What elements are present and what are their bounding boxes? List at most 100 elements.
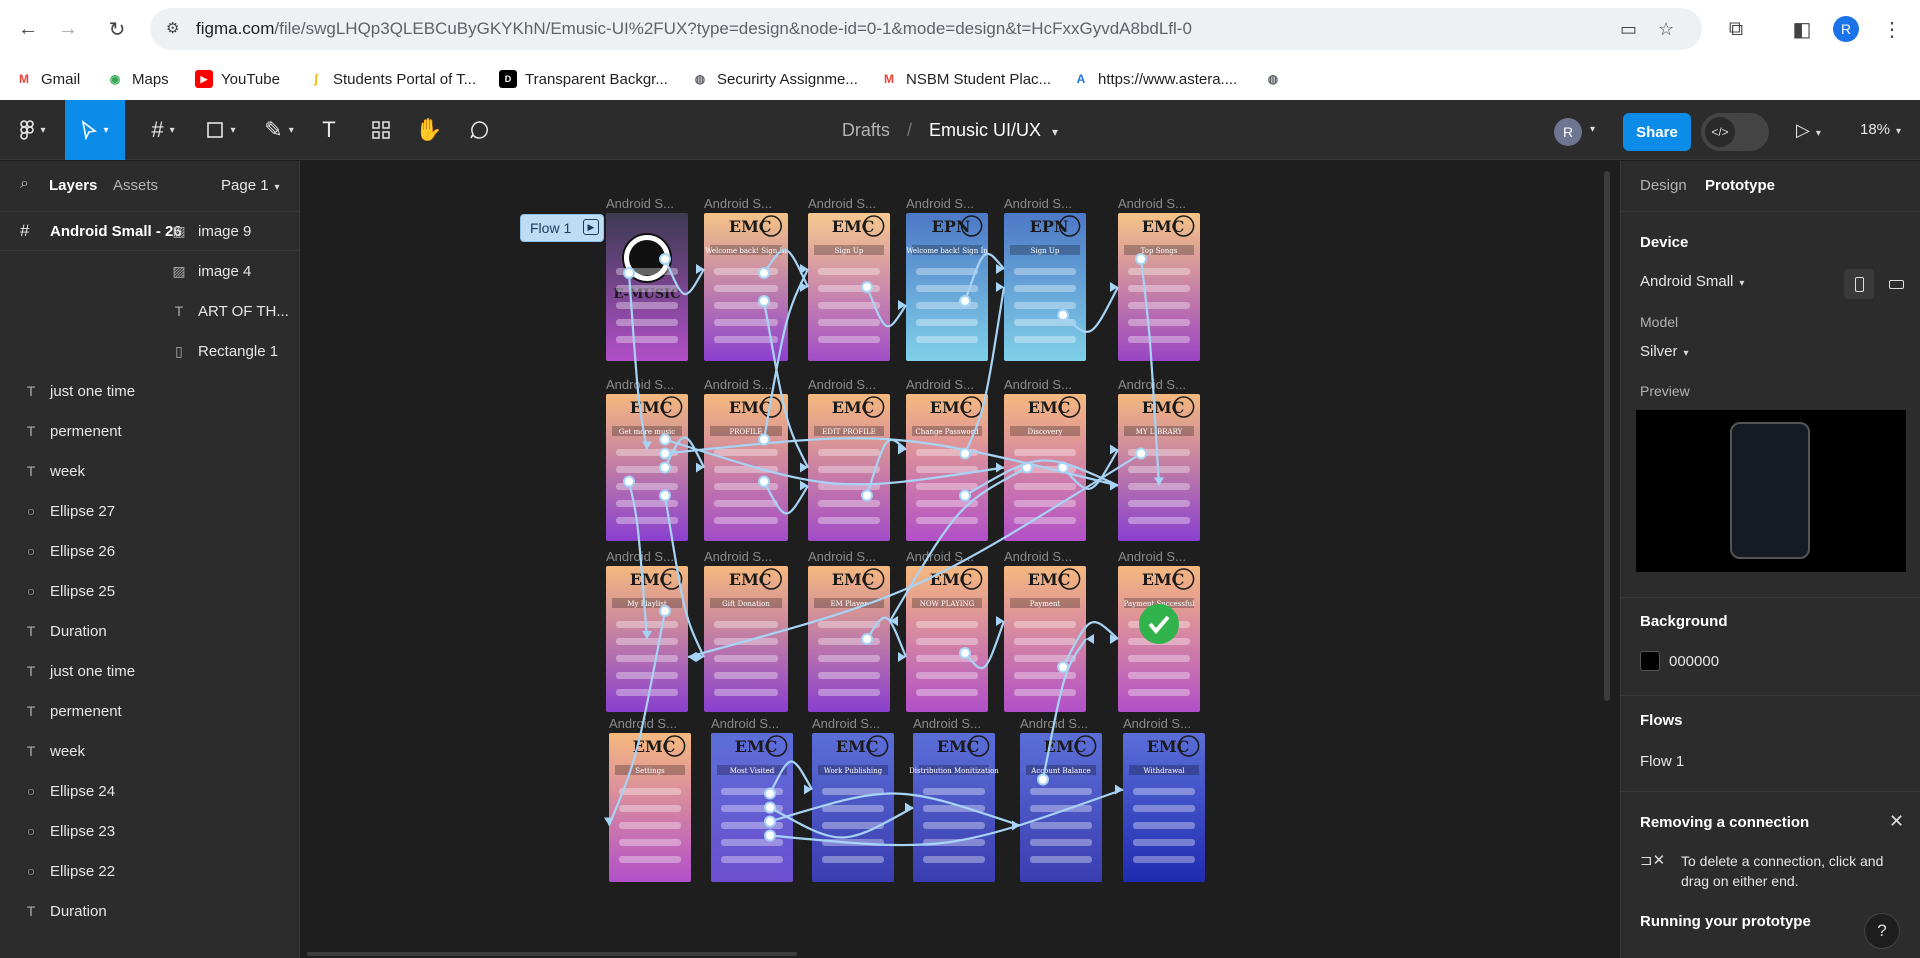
bookmark-item[interactable]: ◍ Securirty Assignme... [691, 68, 858, 90]
app-screen-frame[interactable]: Android S...EMCGift Donation [704, 549, 788, 712]
profile-avatar[interactable]: R [1833, 16, 1859, 42]
bookmark-item[interactable]: M Gmail [15, 68, 80, 90]
extensions-icon[interactable]: ⧉ [1720, 13, 1752, 45]
bookmark-star-icon[interactable]: ☆ [1658, 19, 1674, 40]
bookmark-label: NSBM Student Plac... [906, 70, 1052, 88]
dev-mode-toggle[interactable]: </> [1701, 113, 1769, 151]
zoom-level[interactable]: 18% ▾ [1860, 121, 1901, 138]
app-screen-frame[interactable]: Android S...EMCEM Player [808, 549, 890, 712]
layer-row[interactable]: ○ Ellipse 23 [0, 811, 299, 851]
text-tool-icon[interactable]: T [312, 100, 346, 160]
reload-icon[interactable]: ↻ [101, 13, 133, 45]
app-screen-frame[interactable]: Android S... EMC Payment [1004, 549, 1086, 712]
move-tool-icon[interactable]: ▾ [65, 100, 125, 160]
layer-row[interactable]: ▨ image 9 [0, 211, 299, 251]
app-screen-frame[interactable]: Android S...EMCPROFILE [704, 377, 788, 541]
app-screen-frame[interactable]: Android S...E-MUSIC [606, 196, 688, 361]
layer-row[interactable]: ▯ Rectangle 1 [0, 331, 299, 371]
close-icon[interactable]: ✕ [1889, 811, 1904, 832]
layer-row[interactable]: Tweek [0, 451, 299, 491]
layer-row[interactable]: Tjust one time [0, 371, 299, 411]
chevron-down-icon[interactable]: ▾ [1052, 125, 1058, 139]
app-screen-frame[interactable]: Android S... EMC Discovery [1004, 377, 1086, 541]
tab-prototype[interactable]: Prototype [1705, 177, 1775, 194]
app-screen-frame[interactable]: Android S... EMC Sign Up [808, 196, 890, 361]
tab-layers[interactable]: Layers [49, 177, 97, 194]
background-hex[interactable]: 000000 [1669, 653, 1719, 670]
figma-menu-icon[interactable]: ▾ [8, 100, 58, 160]
layer-row[interactable]: ○ Ellipse 22 [0, 851, 299, 891]
layer-row[interactable]: ▨ image 4 [0, 251, 299, 291]
layer-row[interactable]: ○ Ellipse 26 [0, 531, 299, 571]
app-screen-frame[interactable]: Android S...EMCGet more music [606, 377, 688, 541]
user-avatar[interactable]: R [1554, 118, 1582, 146]
landscape-orientation-icon[interactable] [1881, 269, 1911, 299]
page-selector[interactable]: Page 1 ▾ [221, 177, 280, 194]
layer-row[interactable]: Tweek [0, 731, 299, 771]
pen-tool-icon[interactable]: ✎ ▾ [254, 100, 304, 160]
play-icon[interactable]: ▶ [583, 219, 599, 235]
bookmark-item[interactable]: Ahttps://www.astera.... [1072, 68, 1238, 90]
layer-row[interactable]: T ART OF TH... [0, 291, 299, 331]
back-arrow-icon[interactable]: ← [12, 13, 44, 45]
bookmark-item[interactable]: ▶ YouTube [195, 68, 280, 90]
vertical-scrollbar[interactable] [1604, 171, 1610, 701]
clipboard-icon[interactable]: ▭ [1620, 19, 1637, 40]
frame-logo-text: EMC [630, 398, 673, 417]
app-screen-frame[interactable]: Android S...EPNSign Up [1004, 196, 1086, 361]
app-screen-frame[interactable]: Android S... EMC Distribution Monitization [909, 716, 999, 882]
file-name[interactable]: Emusic UI/UX [929, 120, 1041, 140]
device-select[interactable]: Android Small ▾ [1640, 273, 1744, 290]
bookmark-item[interactable]: ʃ Students Portal of T... [307, 68, 476, 90]
app-screen-frame[interactable]: Android S... EMC Change Password [906, 377, 988, 541]
layer-row[interactable]: ○ Ellipse 25 [0, 571, 299, 611]
layer-name: Ellipse 26 [50, 542, 116, 560]
portrait-orientation-icon[interactable] [1844, 269, 1874, 299]
app-screen-frame[interactable]: Android S... EMC Most Visited [711, 716, 793, 882]
app-screen-frame[interactable]: Android S... EMC Top Songs [1118, 196, 1200, 361]
design-canvas[interactable]: Android S... E-MUSIC Android S... EMC Welcom… [301, 161, 1619, 958]
layer-row[interactable]: Tpermenent [0, 691, 299, 731]
site-info-icon[interactable]: ⚙ [166, 19, 186, 39]
bookmark-item[interactable]: M NSBM Student Plac... [880, 68, 1051, 90]
app-screen-frame[interactable]: Android S...EMCWelcome back! Sign In [704, 196, 788, 361]
tab-assets[interactable]: Assets [113, 177, 158, 194]
layer-row[interactable]: ○ Ellipse 24 [0, 771, 299, 811]
app-screen-frame[interactable]: Android S...EPNWelcome back! Sign In [906, 196, 988, 361]
tab-design[interactable]: Design [1640, 177, 1687, 194]
layer-row[interactable]: Tjust one time [0, 651, 299, 691]
layer-row[interactable]: Tpermenent [0, 411, 299, 451]
help-icon[interactable]: ? [1864, 913, 1900, 949]
flow-item[interactable]: Flow 1 [1640, 753, 1684, 770]
menu-kebab-icon[interactable]: ⋮ [1876, 13, 1908, 45]
model-select[interactable]: Silver ▾ [1640, 343, 1689, 360]
horizontal-scrollbar[interactable] [307, 952, 797, 956]
search-icon[interactable]: ⌕ [20, 175, 29, 193]
app-screen-frame[interactable]: Android S...EMCAccount Balance [1020, 716, 1102, 882]
hand-tool-icon[interactable]: ✋ [412, 100, 446, 160]
layer-row[interactable]: ○ Ellipse 27 [0, 491, 299, 531]
sidebar-icon[interactable]: ◧ [1786, 13, 1818, 45]
bookmark-item[interactable]: ◉ Maps [106, 68, 169, 90]
layer-row[interactable]: T Duration [0, 611, 299, 651]
bookmark-item[interactable]: ◍ [1264, 68, 1290, 90]
frame-tool-icon[interactable]: # ▾ [138, 100, 188, 160]
address-url[interactable]: figma.com/file/swgLHQp3QLEBCuByGKYKhN/Em… [196, 19, 1192, 39]
comment-tool-icon[interactable] [462, 100, 496, 160]
background-color-swatch[interactable] [1640, 651, 1660, 671]
forward-arrow-icon[interactable]: → [52, 13, 84, 45]
resources-icon[interactable] [364, 100, 398, 160]
content-row [1128, 689, 1190, 696]
flow-start-chip[interactable]: Flow 1 ▶ [520, 214, 604, 242]
layer-row[interactable]: T Duration [0, 891, 299, 931]
drafts-link[interactable]: Drafts [842, 120, 890, 140]
share-button[interactable]: Share [1623, 113, 1691, 151]
address-bar[interactable]: ⚙ figma.com/file/swgLHQp3QLEBCuByGKYKhN/… [150, 8, 1702, 50]
app-screen-frame[interactable]: Android S...EMCSettings [609, 716, 691, 882]
app-screen-frame[interactable]: Android S... EMC Withdrawal [1123, 716, 1205, 882]
present-play-icon[interactable]: ▷ ▾ [1796, 120, 1821, 141]
shape-tool-icon[interactable]: ▾ [196, 100, 246, 160]
bookmark-item[interactable]: D Transparent Backgr... [499, 68, 668, 90]
chevron-down-icon[interactable]: ▾ [1590, 124, 1595, 135]
content-row [1128, 517, 1190, 524]
